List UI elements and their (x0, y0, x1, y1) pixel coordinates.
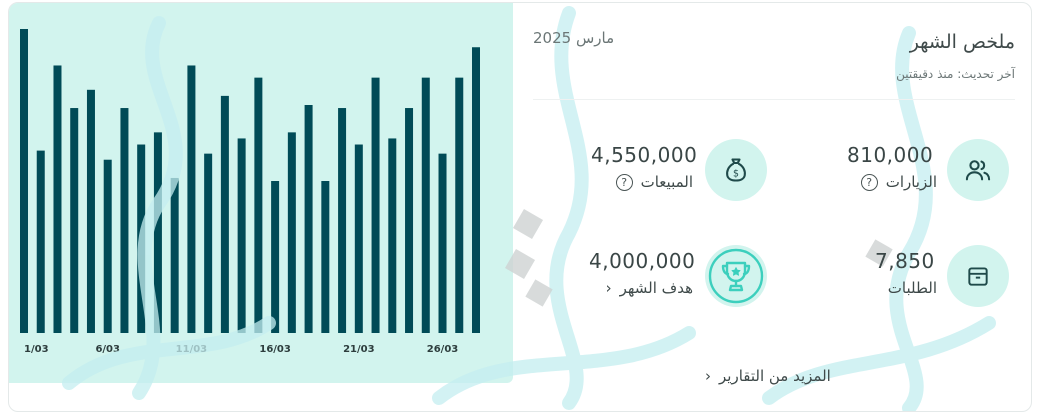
bar-10/03 (170, 177, 179, 333)
bar-8/03 (137, 144, 146, 333)
bar-15/03 (254, 77, 263, 333)
bar-7/03 (120, 108, 129, 333)
x-tick-label: 21/03 (343, 344, 375, 355)
goal-value: 4,000,000 (589, 249, 696, 273)
bar-3/03 (53, 65, 62, 334)
chart-panel: 1/03 6/03 11/03 16/03 21/03 26/03 (9, 3, 513, 383)
bar-2/03 (36, 150, 45, 333)
orders-label-row: الطلبات (888, 279, 937, 297)
svg-text:$: $ (733, 168, 739, 179)
trophy-icon (705, 245, 767, 307)
bar-18/03 (304, 105, 313, 333)
help-icon[interactable]: ? (615, 173, 633, 191)
period-label: مارس 2025 (533, 29, 615, 47)
x-tick-label: 11/03 (176, 344, 208, 355)
bar-25/03 (421, 77, 430, 333)
bar-27/03 (455, 77, 464, 333)
bar-5/03 (86, 89, 95, 333)
bar-19/03 (321, 181, 330, 333)
orders-label: الطلبات (887, 279, 937, 297)
bar-4/03 (70, 108, 79, 333)
bar-9/03 (153, 132, 162, 333)
orders-value: 7,850 (875, 249, 935, 273)
goal-label: هدف الشهر (619, 279, 693, 297)
visits-value: 810,000 (847, 143, 934, 167)
sales-label: المبيعات (640, 173, 693, 191)
goal-link[interactable]: هدف الشهر ‹ (606, 279, 693, 297)
more-reports-link[interactable]: المزيد من التقارير ‹ (705, 367, 831, 385)
bar-28/03 (472, 47, 480, 334)
daily-bar-chart: 1/03 6/03 11/03 16/03 21/03 26/03 (20, 29, 480, 355)
monthly-summary-card: 1/03 6/03 11/03 16/03 21/03 26/03 ملخص الشهر … (8, 2, 1032, 412)
chevron-left-icon: ‹ (705, 367, 711, 385)
box-icon (947, 245, 1009, 307)
bar-23/03 (388, 138, 397, 333)
x-tick-label: 16/03 (259, 344, 291, 355)
x-tick-label: 26/03 (427, 344, 459, 355)
bar-24/03 (405, 108, 414, 333)
x-tick-label: 6/03 (95, 344, 120, 355)
bar-16/03 (271, 181, 280, 333)
bar-1/03 (20, 29, 28, 333)
bar-21/03 (354, 144, 363, 333)
bar-13/03 (220, 95, 229, 333)
sales-value: 4,550,000 (591, 143, 698, 167)
money-bag-icon: $ (705, 139, 767, 201)
bar-12/03 (204, 153, 213, 333)
bar-14/03 (237, 138, 246, 333)
visits-label: الزيارات (885, 173, 937, 191)
bar-26/03 (438, 153, 447, 333)
header-divider (533, 99, 1015, 100)
bar-11/03 (187, 65, 196, 334)
last-update-text: آخر تحديث: منذ دقيقتين (896, 67, 1015, 81)
bar-20/03 (338, 108, 347, 333)
bar-6/03 (103, 159, 112, 333)
more-reports-label: المزيد من التقارير (719, 367, 831, 385)
summary-title: ملخص الشهر (909, 31, 1015, 53)
sales-label-row: المبيعات ? (615, 173, 693, 191)
users-icon (947, 139, 1009, 201)
help-icon[interactable]: ? (860, 173, 878, 191)
bar-22/03 (371, 77, 380, 333)
bar-17/03 (287, 132, 296, 333)
visits-label-row: الزيارات ? (860, 173, 937, 191)
x-tick-label: 1/03 (24, 344, 49, 355)
chevron-left-icon: ‹ (605, 279, 612, 297)
